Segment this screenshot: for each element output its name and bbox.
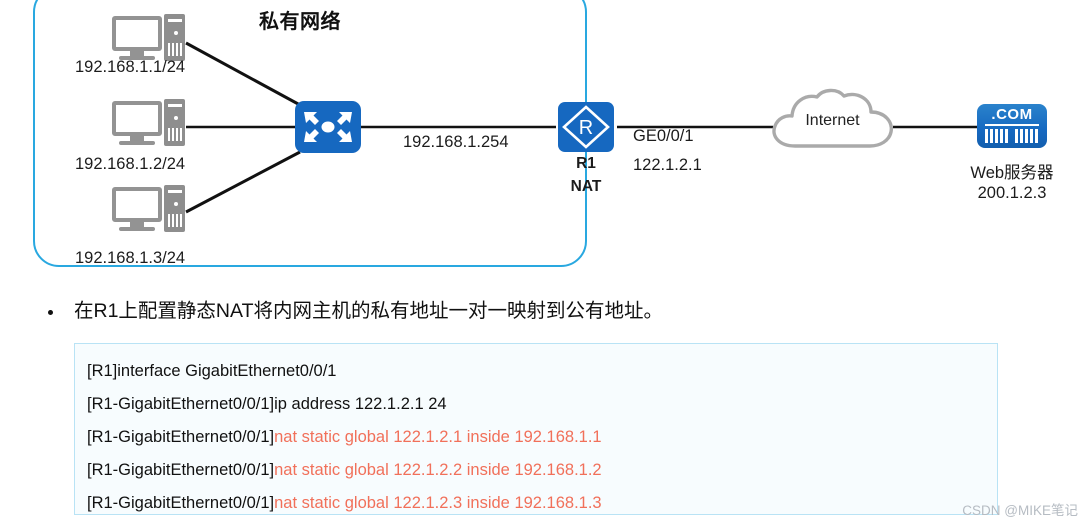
tower-power-dot xyxy=(174,116,178,120)
tower-vents xyxy=(168,43,182,56)
tower-slot xyxy=(168,104,182,107)
web-server-name-label: Web服务器 xyxy=(970,164,1054,182)
internet-cloud-label: Internet xyxy=(805,112,860,129)
cli-prompt: [R1-GigabitEthernet0/0/1]ip address 122.… xyxy=(87,395,447,413)
cli-prompt: [R1-GigabitEthernet0/0/1] xyxy=(87,461,275,479)
web-server-bars-left xyxy=(985,129,1009,143)
tower-power-dot xyxy=(174,31,178,35)
svg-text:R: R xyxy=(579,117,593,139)
host-ip-label-1: 192.168.1.1/24 xyxy=(75,58,186,76)
lan-gateway-ip-label: 192.168.1.254 xyxy=(403,133,509,151)
web-server-ip-label: 200.1.2.3 xyxy=(977,184,1047,202)
web-server-icon-text: .COM xyxy=(991,106,1033,123)
pc-icon xyxy=(112,185,186,235)
tower-slot xyxy=(168,190,182,193)
bullet-item-text: 在R1上配置静态NAT将内网主机的私有地址一对一映射到公有地址。 xyxy=(74,300,663,322)
host-ip-label-2: 192.168.1.2/24 xyxy=(75,155,186,173)
web-server-rule xyxy=(985,124,1039,126)
cli-line: [R1-GigabitEthernet0/0/1]nat static glob… xyxy=(87,487,997,520)
web-server-bars-right xyxy=(1015,129,1039,143)
pc-icon xyxy=(112,99,186,149)
tower-vents xyxy=(168,128,182,141)
monitor-shape xyxy=(112,16,162,51)
router-interface-label: GE0/0/1 xyxy=(633,127,694,145)
web-server-icon: .COM xyxy=(977,104,1047,148)
router-name-label: R1 xyxy=(576,155,596,172)
router-interface-ip-label: 122.1.2.1 xyxy=(633,156,702,174)
cli-line: [R1]interface GigabitEthernet0/0/1 xyxy=(87,355,997,388)
monitor-shape xyxy=(112,101,162,136)
switch-icon xyxy=(295,101,361,153)
cli-line: [R1-GigabitEthernet0/0/1]ip address 122.… xyxy=(87,388,997,421)
cli-line: [R1-GigabitEthernet0/0/1]nat static glob… xyxy=(87,421,997,454)
bullet-dot-icon xyxy=(48,310,53,315)
cli-command: nat static global 122.1.2.3 inside 192.1… xyxy=(274,494,602,512)
bullet-item: 在R1上配置静态NAT将内网主机的私有地址一对一映射到公有地址。 xyxy=(48,298,1008,325)
cli-config-block: [R1]interface GigabitEthernet0/0/1 [R1-G… xyxy=(74,343,998,515)
internet-cloud-icon: Internet xyxy=(767,88,898,154)
cli-line: [R1-GigabitEthernet0/0/1]nat static glob… xyxy=(87,454,997,487)
monitor-base xyxy=(119,141,155,145)
diagram-canvas: 私有网络 192.168.1.1/24 192.168.1.2/24 192.1… xyxy=(0,0,1088,525)
cli-prompt: [R1]interface GigabitEthernet0/0/1 xyxy=(87,362,337,380)
router-icon: R xyxy=(558,102,614,152)
tower-vents xyxy=(168,214,182,227)
cli-prompt: [R1-GigabitEthernet0/0/1] xyxy=(87,494,275,512)
host-ip-label-3: 192.168.1.3/24 xyxy=(75,249,186,267)
tower-slot xyxy=(168,19,182,22)
pc-icon xyxy=(112,14,186,64)
cli-command: nat static global 122.1.2.2 inside 192.1… xyxy=(274,461,602,479)
monitor-base xyxy=(119,227,155,231)
watermark-text: CSDN @MIKE笔记 xyxy=(962,503,1078,518)
tower-power-dot xyxy=(174,202,178,206)
router-role-label: NAT xyxy=(570,178,602,195)
cli-command: nat static global 122.1.2.1 inside 192.1… xyxy=(274,428,602,446)
cli-prompt: [R1-GigabitEthernet0/0/1] xyxy=(87,428,275,446)
monitor-shape xyxy=(112,187,162,222)
